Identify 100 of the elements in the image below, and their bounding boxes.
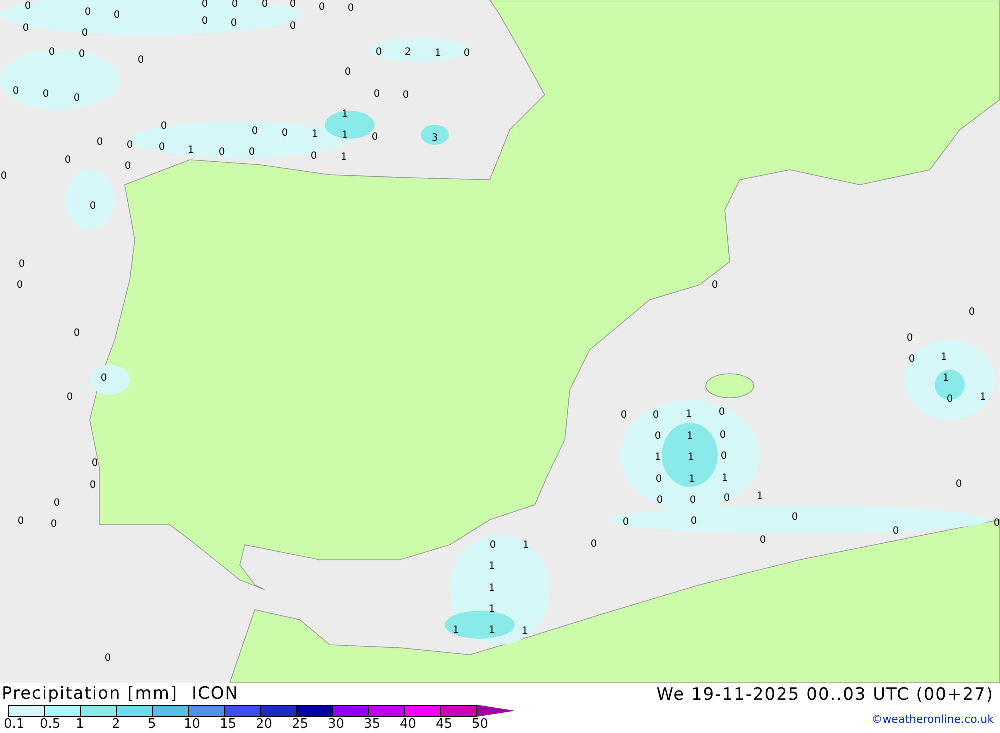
- precipitation-value: 0: [946, 394, 954, 405]
- precipitation-value: 0: [18, 516, 24, 527]
- precipitation-value: 0: [218, 147, 226, 158]
- precipitation-value: 0: [372, 132, 378, 143]
- precipitation-value: 0: [12, 86, 20, 97]
- precipitation-value: 0: [654, 431, 662, 442]
- precipitation-value: 0: [138, 55, 144, 66]
- precipitation-value: 1: [756, 491, 764, 502]
- precipitation-value: 0: [344, 67, 352, 78]
- precipitation-value: 1: [488, 583, 496, 594]
- precipitation-value: 1: [452, 625, 460, 636]
- precipitation-value: 0: [652, 410, 660, 421]
- precipitation-value: 0: [74, 328, 80, 339]
- precipitation-value: 1: [340, 152, 348, 163]
- precipitation-value: 1: [342, 130, 348, 141]
- legend-label: 25: [292, 717, 309, 732]
- precipitation-value: 0: [720, 451, 728, 462]
- precipitation-value: 1: [686, 409, 692, 420]
- precipitation-value: 1: [434, 48, 442, 59]
- precipitation-value: 0: [50, 519, 58, 530]
- precipitation-value: 0: [318, 2, 326, 13]
- precipitation-value: 1: [342, 109, 348, 120]
- precipitation-value: 0: [16, 280, 24, 291]
- precipitation-value: 0: [104, 653, 112, 664]
- precipitation-value: 2: [404, 47, 412, 58]
- precipitation-value: 0: [968, 307, 976, 318]
- model-name: ICON: [192, 683, 240, 705]
- precipitation-value: 0: [994, 518, 1000, 529]
- precipitation-value: 1: [522, 540, 530, 551]
- precipitation-value: 0: [84, 7, 92, 18]
- precipitation-value: 0: [464, 48, 470, 59]
- precipitation-value: 0: [78, 49, 86, 60]
- precipitation-value: 0: [792, 512, 798, 523]
- precipitation-value: 1: [488, 604, 496, 615]
- precipitation-value: 0: [402, 90, 410, 101]
- legend-label: 30: [328, 717, 345, 732]
- precipitation-value: 1: [686, 431, 694, 442]
- precipitation-value: 0: [24, 1, 32, 12]
- legend-label: 1: [76, 717, 84, 732]
- precipitation-value: 0: [760, 535, 766, 546]
- precipitation-value: 0: [158, 142, 166, 153]
- precipitation-value: 0: [690, 516, 698, 527]
- precipitation-value: 0: [718, 407, 726, 418]
- precipitation-value: 0: [82, 28, 88, 39]
- precipitation-value: 0: [720, 430, 726, 441]
- precipitation-value: 1: [312, 129, 318, 140]
- precipitation-value: 0: [590, 539, 598, 550]
- precipitation-value: 0: [114, 10, 120, 21]
- precipitation-value: 0: [374, 89, 380, 100]
- legend-label: 0.1: [4, 717, 25, 732]
- precipitation-value: 0: [66, 392, 74, 403]
- precipitation-value: 0: [0, 171, 8, 182]
- precipitation-value: 0: [248, 147, 256, 158]
- precipitation-value: 0: [90, 201, 96, 212]
- legend-label: 40: [400, 717, 417, 732]
- precipitation-value: 0: [348, 3, 354, 14]
- map-title: Precipitation [mm]: [2, 683, 178, 705]
- precipitation-value: 0: [160, 121, 168, 132]
- precipitation-value: 0: [252, 126, 258, 137]
- precipitation-value: 0: [90, 480, 96, 491]
- precipitation-value: 0: [92, 458, 98, 469]
- precipitation-value: 0: [620, 410, 628, 421]
- precipitation-value: 1: [188, 145, 194, 156]
- precipitation-value: 0: [656, 474, 662, 485]
- precipitation-value: 0: [724, 493, 730, 504]
- precipitation-value: 0: [376, 47, 382, 58]
- legend-label: 35: [364, 717, 381, 732]
- legend-label: 5: [148, 717, 156, 732]
- precipitation-value: 0: [54, 498, 60, 509]
- legend-label: 15: [220, 717, 237, 732]
- precipitation-value: 0: [282, 128, 288, 139]
- precipitation-value: 0: [956, 479, 962, 490]
- precipitation-value: 0: [656, 495, 664, 506]
- precipitation-value: 0: [490, 540, 496, 551]
- precipitation-value: 0: [18, 259, 26, 270]
- precipitation-value: 0: [124, 161, 132, 172]
- precipitation-value: 1: [654, 452, 662, 463]
- precipitation-value: 1: [688, 474, 696, 485]
- credit-link[interactable]: ©weatheronline.co.uk: [872, 713, 994, 726]
- precipitation-value: 0: [74, 93, 80, 104]
- precipitation-value: 1: [942, 373, 950, 384]
- precipitation-value: 0: [892, 526, 900, 537]
- precipitation-value: 0: [64, 155, 72, 166]
- precipitation-value: 0: [230, 18, 238, 29]
- precipitation-value: 0: [100, 373, 108, 384]
- island: [706, 374, 754, 398]
- precipitation-value: 1: [488, 625, 496, 636]
- legend-label: 50: [472, 717, 489, 732]
- precipitation-value: 1: [980, 392, 986, 403]
- precipitation-value: 0: [906, 333, 914, 344]
- legend-label: 0.5: [40, 717, 61, 732]
- legend-label: 20: [256, 717, 273, 732]
- precipitation-value: 1: [522, 626, 528, 637]
- precipitation-value: 1: [722, 473, 728, 484]
- precipitation-value: 3: [432, 133, 438, 144]
- precipitation-value: 0: [690, 495, 696, 506]
- precipitation-value: 0: [42, 89, 50, 100]
- precipitation-value: 1: [940, 352, 948, 363]
- precipitation-value: 0: [22, 23, 30, 34]
- precipitation-value: 0: [126, 140, 134, 151]
